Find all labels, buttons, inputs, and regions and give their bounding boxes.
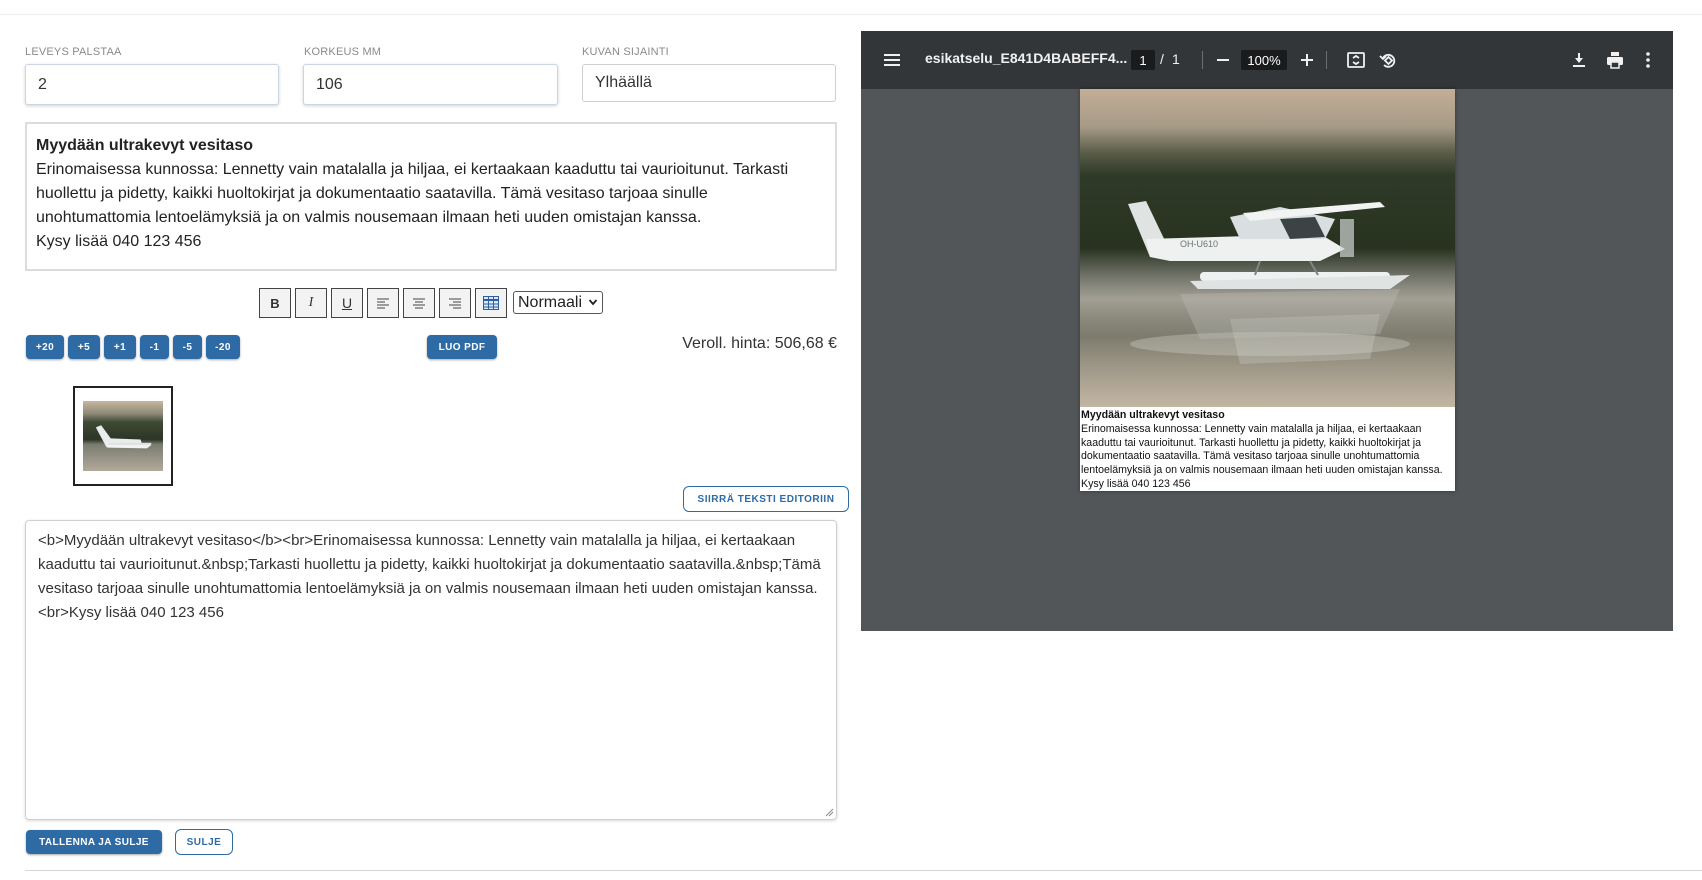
align-center-icon — [413, 298, 425, 309]
italic-button[interactable]: I — [295, 288, 327, 318]
preview-body: Erinomaisessa kunnossa: Lennetty vain ma… — [36, 161, 789, 226]
table-icon — [483, 296, 499, 310]
rich-text-editor[interactable]: Myydään ultrakevyt vesitaso Erinomaisess… — [25, 122, 837, 271]
toolbar-separator — [1326, 51, 1327, 69]
underline-button[interactable]: U — [331, 288, 363, 318]
rotate-icon[interactable] — [1377, 49, 1399, 71]
size-plus-20-button[interactable]: +20 — [26, 335, 64, 359]
zoom-in-icon[interactable] — [1296, 49, 1318, 71]
zoom-out-icon[interactable] — [1212, 49, 1234, 71]
pdf-viewer: esikatselu_E841D4BABEFF4... 1 / 1 100% O… — [861, 31, 1673, 631]
height-input[interactable]: 106 — [303, 64, 558, 105]
size-minus-1-button[interactable]: -1 — [140, 335, 169, 359]
resize-grip-icon[interactable] — [824, 807, 834, 817]
bottom-divider — [25, 870, 1702, 871]
preview-contact: Kysy lisää 040 123 456 — [36, 233, 202, 250]
pdf-page-title: Myydään ultrakevyt vesitaso — [1081, 409, 1225, 421]
pdf-filename: esikatselu_E841D4BABEFF4... — [925, 50, 1128, 66]
height-label: KORKEUS MM — [304, 46, 382, 58]
toolbar-separator — [1202, 51, 1203, 69]
pdf-page-contact: Kysy lisää 040 123 456 — [1081, 477, 1191, 490]
download-icon[interactable] — [1568, 49, 1590, 71]
width-label: LEVEYS PALSTAA — [25, 46, 122, 58]
chevron-down-icon — [588, 294, 598, 313]
move-text-to-editor-button[interactable]: SIIRRÄ TEKSTI EDITORIIN — [683, 486, 849, 512]
zoom-level[interactable]: 100% — [1241, 50, 1287, 70]
insert-table-button[interactable] — [475, 288, 507, 318]
top-divider — [0, 14, 1702, 15]
page-separator: / — [1160, 51, 1164, 67]
price-label: Veroll. hinta: 506,68 € — [682, 335, 837, 352]
position-label: KUVAN SIJAINTI — [582, 46, 669, 58]
create-pdf-button[interactable]: LUO PDF — [427, 335, 497, 359]
page-number-input[interactable]: 1 — [1131, 50, 1155, 70]
print-icon[interactable] — [1604, 49, 1626, 71]
align-right-button[interactable] — [439, 288, 471, 318]
paragraph-style-value: Normaali — [518, 293, 583, 311]
pdf-toolbar: esikatselu_E841D4BABEFF4... 1 / 1 100% — [861, 31, 1673, 89]
more-vert-icon[interactable] — [1637, 49, 1659, 71]
align-center-button[interactable] — [403, 288, 435, 318]
pdf-page: OH-U610 Myydään ultrakevyt vesitaso Erin… — [1080, 89, 1455, 491]
size-minus-20-button[interactable]: -20 — [206, 335, 240, 359]
align-left-button[interactable] — [367, 288, 399, 318]
position-select[interactable]: Ylhäällä — [582, 64, 836, 102]
image-thumbnail[interactable] — [73, 386, 173, 486]
size-plus-1-button[interactable]: +1 — [104, 335, 136, 359]
size-minus-5-button[interactable]: -5 — [173, 335, 202, 359]
pdf-page-body: Erinomaisessa kunnossa: Lennetty vain ma… — [1081, 422, 1443, 477]
save-and-close-button[interactable]: TALLENNA JA SULJE — [26, 830, 162, 854]
plane-registration: OH-U610 — [1180, 239, 1218, 249]
preview-title: Myydään ultrakevyt vesitaso — [36, 137, 253, 154]
seaplane-photo: OH-U610 — [1080, 89, 1455, 407]
menu-icon[interactable] — [881, 49, 903, 71]
html-source-textarea[interactable]: <b>Myydään ultrakevyt vesitaso</b><br>Er… — [25, 520, 837, 820]
align-right-icon — [449, 298, 461, 309]
fit-page-icon[interactable] — [1345, 49, 1367, 71]
html-source-text: <b>Myydään ultrakevyt vesitaso</b><br>Er… — [38, 532, 821, 621]
bold-button[interactable]: B — [259, 288, 291, 318]
paragraph-style-select[interactable]: Normaali — [513, 291, 603, 314]
size-plus-5-button[interactable]: +5 — [68, 335, 100, 359]
align-left-icon — [377, 298, 389, 309]
pdf-page-text: Myydään ultrakevyt vesitaso Erinomaisess… — [1081, 409, 1453, 492]
width-input[interactable]: 2 — [25, 64, 279, 105]
close-button[interactable]: SULJE — [175, 829, 233, 855]
seaplane-thumbnail-image — [83, 401, 163, 471]
page-total: 1 — [1172, 51, 1180, 67]
